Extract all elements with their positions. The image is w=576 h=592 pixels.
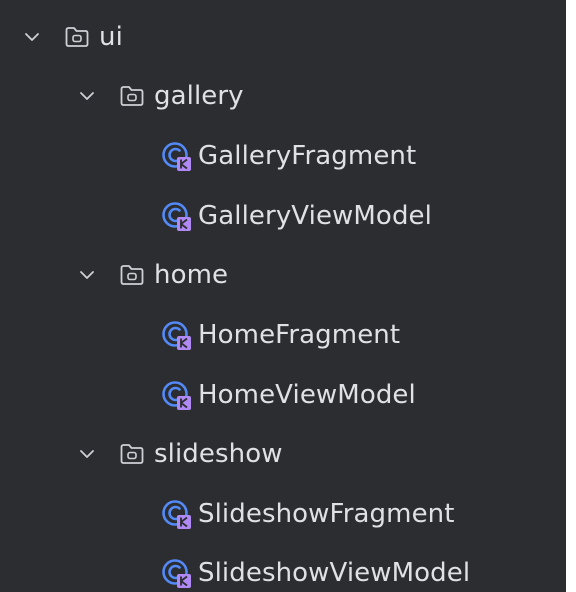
kotlin-class-icon [162,202,191,231]
kotlin-class-icon [162,500,191,529]
tree-node-slideshow-fragment[interactable]: SlideshowFragment [0,484,566,544]
kotlin-class-icon [162,321,191,350]
tree-node-label: gallery [154,81,244,111]
chevron-down-icon[interactable] [77,444,97,464]
tree-node-label: SlideshowViewModel [198,558,471,588]
folder-icon [120,86,144,106]
tree-node-label: ui [99,22,123,52]
tree-node-slideshow-view-model[interactable]: SlideshowViewModel [0,543,566,592]
chevron-down-icon[interactable] [22,27,42,47]
tree-node-label: home [154,260,229,290]
tree-node-label: HomeFragment [198,320,401,350]
tree-node-label: HomeViewModel [198,380,416,410]
tree-node-gallery[interactable]: gallery [0,66,566,126]
kotlin-class-icon [162,381,191,410]
kotlin-class-icon [162,142,191,171]
tree-node-slideshow[interactable]: slideshow [0,424,566,484]
folder-icon [120,444,144,464]
tree-node-label: SlideshowFragment [198,499,455,529]
tree-node-home-view-model[interactable]: HomeViewModel [0,365,566,425]
kotlin-class-icon [162,559,191,588]
chevron-down-icon[interactable] [77,86,97,106]
tree-node-label: GalleryViewModel [198,201,432,231]
tree-node-gallery-view-model[interactable]: GalleryViewModel [0,186,566,246]
folder-icon [120,265,144,285]
tree-node-label: slideshow [154,439,283,469]
tree-node-home[interactable]: home [0,245,566,305]
tree-node-label: GalleryFragment [198,141,417,171]
tree-node-gallery-fragment[interactable]: GalleryFragment [0,126,566,186]
tree-node-home-fragment[interactable]: HomeFragment [0,305,566,365]
chevron-down-icon[interactable] [77,265,97,285]
folder-icon [65,27,89,47]
project-tree-panel: ui gallery GalleryFragment GalleryViewMo… [0,0,566,592]
tree-node-ui[interactable]: ui [0,7,566,67]
